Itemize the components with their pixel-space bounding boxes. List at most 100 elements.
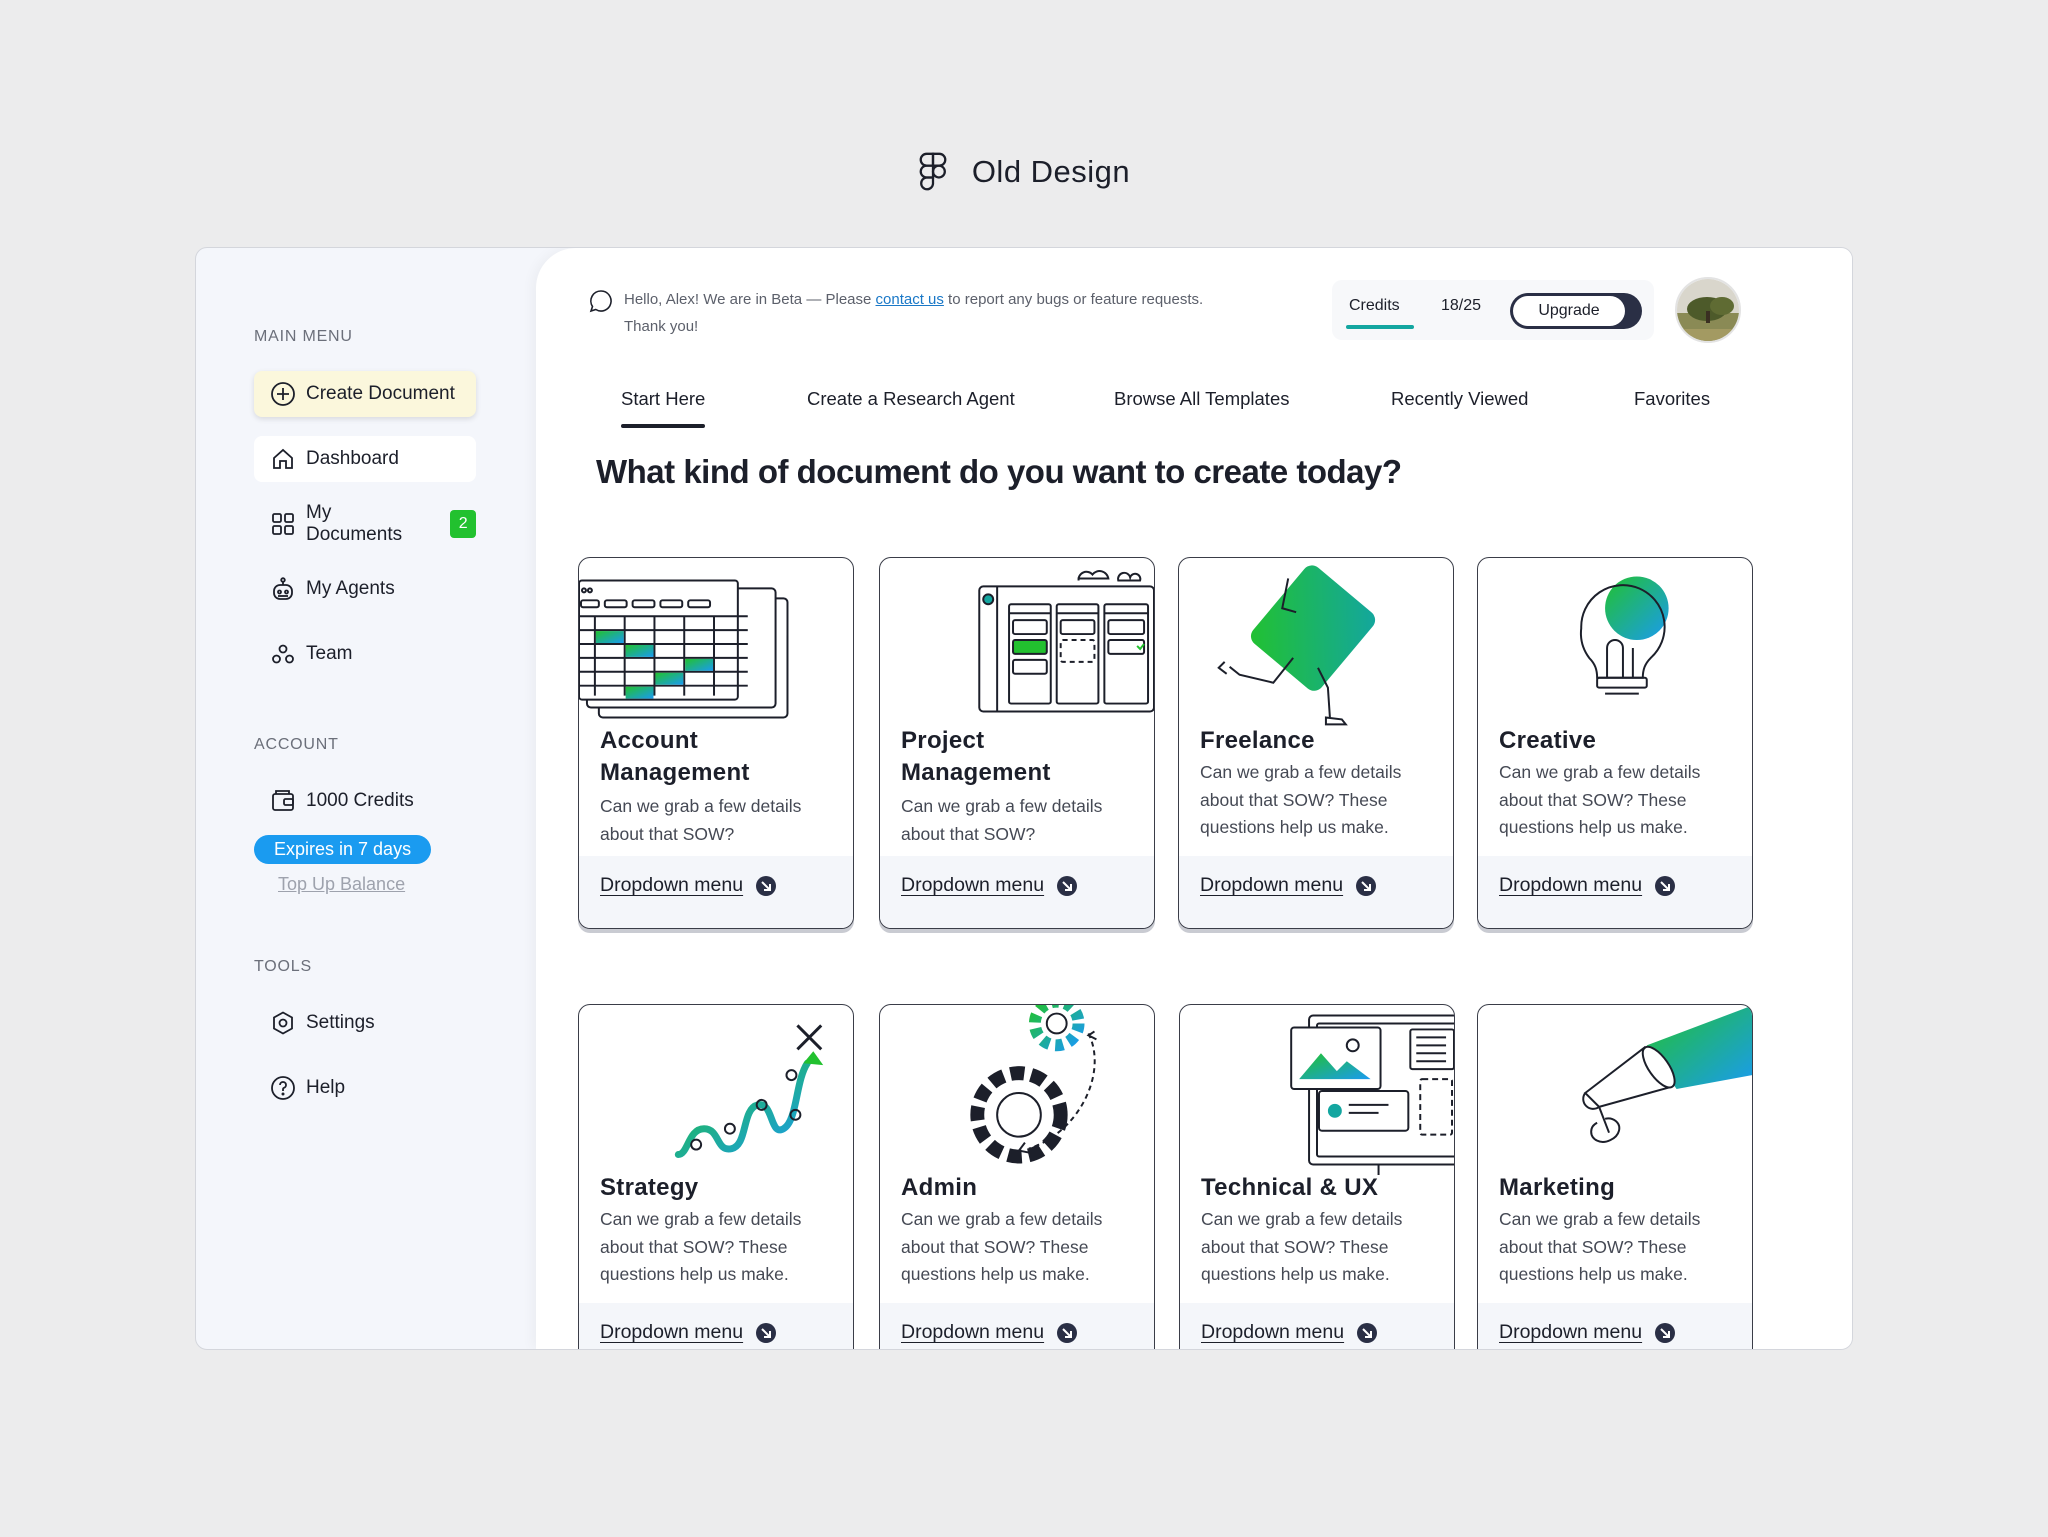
sidebar-item-help[interactable]: Help — [254, 1065, 476, 1111]
plus-circle-icon — [271, 382, 295, 406]
card-description: Can we grab a few details about that SOW… — [600, 1209, 802, 1284]
credits-progress-bar — [1346, 325, 1414, 329]
dropdown-label: Dropdown menu — [600, 1321, 744, 1343]
card-title: Freelance — [1200, 727, 1315, 754]
dropdown-label: Dropdown menu — [1499, 874, 1643, 896]
tab-recently-viewed[interactable]: Recently Viewed — [1391, 388, 1528, 410]
credits-amount: 1000 Credits — [306, 790, 414, 811]
settings-icon — [273, 1011, 293, 1035]
credits-widget: Credits 18/25 Upgrade — [1332, 280, 1654, 340]
contact-us-link[interactable]: contact us — [876, 291, 944, 308]
sidebar-item-label: Team — [306, 643, 353, 664]
dropdown-menu-link[interactable]: Dropdown menu — [1200, 874, 1377, 897]
main-menu-label: MAIN MENU — [254, 328, 353, 345]
top-up-balance-link[interactable]: Top Up Balance — [278, 874, 405, 895]
beta-text: Hello, Alex! We are in Beta — Please — [624, 291, 876, 308]
card-title-line-1: Account — [600, 727, 699, 754]
card-description: Can we grab a few details about that SOW… — [1200, 762, 1402, 837]
account-label: ACCOUNT — [254, 736, 339, 753]
dropdown-menu-link[interactable]: Dropdown menu — [600, 874, 777, 897]
growth-path-illustration — [674, 1024, 824, 1159]
card-freelance[interactable]: Freelance Can we grab a few details abou… — [1178, 557, 1454, 929]
card-strategy[interactable]: Strategy Can we grab a few details about… — [578, 1004, 854, 1349]
tab-favorites[interactable]: Favorites — [1634, 388, 1710, 410]
card-footer: Dropdown menu — [579, 1303, 853, 1349]
beta-text-suffix: to report any bugs or feature requests. — [943, 291, 1204, 308]
card-title: Technical & UX — [1201, 1174, 1379, 1201]
arrow-down-right-icon — [1655, 875, 1676, 896]
lightbulb-illustration — [1579, 576, 1669, 695]
sidebar-item-label: Settings — [306, 1012, 375, 1033]
sidebar-item-label: Help — [306, 1077, 346, 1098]
sidebar-item-team[interactable]: Team — [254, 631, 476, 677]
arrow-down-right-icon — [756, 1322, 777, 1343]
card-description: Can we grab a few details about that SOW… — [1201, 1209, 1403, 1284]
card-description: Can we grab a few details about that SOW… — [901, 1209, 1103, 1284]
card-title-line-1: Project — [901, 727, 985, 754]
sidebar-item-my-agents[interactable]: My Agents — [254, 566, 476, 612]
credits-count: 18/25 — [1441, 297, 1482, 314]
arrow-down-right-icon — [1356, 875, 1377, 896]
dropdown-label: Dropdown menu — [901, 874, 1045, 896]
card-footer: Dropdown menu — [1478, 1303, 1752, 1349]
card-title: Admin — [901, 1174, 978, 1201]
dropdown-menu-link[interactable]: Dropdown menu — [1499, 1321, 1676, 1344]
home-icon — [273, 448, 293, 469]
page-title: What kind of document do you want to cre… — [596, 453, 1402, 490]
card-creative[interactable]: Creative Can we grab a few details about… — [1477, 557, 1753, 929]
sidebar-item-settings[interactable]: Settings — [254, 1000, 476, 1046]
design-caption: Old Design — [0, 152, 2048, 192]
card-footer: Dropdown menu — [579, 856, 853, 928]
card-footer: Dropdown menu — [1180, 1303, 1454, 1349]
arrow-down-right-icon — [756, 875, 777, 896]
wireframe-illustration — [1290, 1014, 1454, 1175]
arrow-down-right-icon — [1357, 1322, 1378, 1343]
chat-bubble-icon — [589, 290, 612, 313]
grid-icon — [272, 513, 294, 535]
sidebar-item-label: My Agents — [306, 578, 395, 599]
team-icon — [272, 644, 294, 664]
dropdown-label: Dropdown menu — [1499, 1321, 1643, 1343]
sidebar-item-my-documents[interactable]: My Documents 2 — [254, 501, 476, 547]
tab-create-research-agent[interactable]: Create a Research Agent — [807, 388, 1015, 410]
create-document-button[interactable]: Create Document — [254, 371, 476, 417]
card-project-management[interactable]: Project Management Can we grab a few det… — [879, 557, 1155, 929]
sidebar-item-credits[interactable]: 1000 Credits — [254, 778, 476, 824]
card-footer: Dropdown menu — [1478, 856, 1752, 928]
sidebar-item-dashboard[interactable]: Dashboard — [254, 436, 476, 482]
kanban-illustration — [978, 570, 1154, 713]
arrow-down-right-icon — [1057, 1322, 1078, 1343]
spreadsheet-illustration — [579, 579, 789, 719]
card-admin[interactable]: Admin Can we grab a few details about th… — [879, 1004, 1155, 1349]
dropdown-menu-link[interactable]: Dropdown menu — [901, 1321, 1078, 1344]
tab-start-here[interactable]: Start Here — [621, 388, 706, 428]
dropdown-label: Dropdown menu — [1200, 874, 1344, 896]
dropdown-menu-link[interactable]: Dropdown menu — [1201, 1321, 1378, 1344]
dropdown-label: Dropdown menu — [1201, 1321, 1345, 1343]
main-panel: Hello, Alex! We are in Beta — Please con… — [536, 248, 1852, 1349]
figma-icon — [919, 152, 947, 191]
dropdown-menu-link[interactable]: Dropdown menu — [901, 874, 1078, 897]
expires-badge: Expires in 7 days — [254, 835, 432, 864]
arrow-down-right-icon — [1655, 1322, 1676, 1343]
dropdown-menu-link[interactable]: Dropdown menu — [1499, 874, 1676, 897]
avatar[interactable] — [1675, 277, 1741, 343]
card-marketing[interactable]: Marketing Can we grab a few details abou… — [1477, 1004, 1753, 1349]
caption-title: Old Design — [971, 154, 1131, 189]
dropdown-label: Dropdown menu — [901, 1321, 1045, 1343]
arrow-down-right-icon — [1057, 875, 1078, 896]
gears-illustration — [970, 1005, 1097, 1164]
app-window: MAIN MENU Create Document Dashboard My D… — [195, 247, 1853, 1350]
upgrade-button[interactable]: Upgrade — [1510, 293, 1642, 329]
dropdown-menu-link[interactable]: Dropdown menu — [600, 1321, 777, 1344]
tab-bar: Start Here Create a Research Agent Brows… — [536, 388, 1852, 428]
card-title-line-2: Management — [901, 759, 1051, 786]
tab-browse-all-templates[interactable]: Browse All Templates — [1114, 388, 1290, 410]
card-account-management[interactable]: Account Management Can we grab a few det… — [578, 557, 854, 929]
beta-notice: Hello, Alex! We are in Beta — Please con… — [588, 286, 1203, 340]
robot-icon — [273, 577, 293, 600]
card-title-line-2: Management — [600, 759, 750, 786]
card-technical-ux[interactable]: Technical & UX Can we grab a few details… — [1179, 1004, 1455, 1349]
documents-count-badge: 2 — [450, 510, 476, 538]
card-description: Can we grab a few details about that SOW… — [600, 796, 802, 844]
